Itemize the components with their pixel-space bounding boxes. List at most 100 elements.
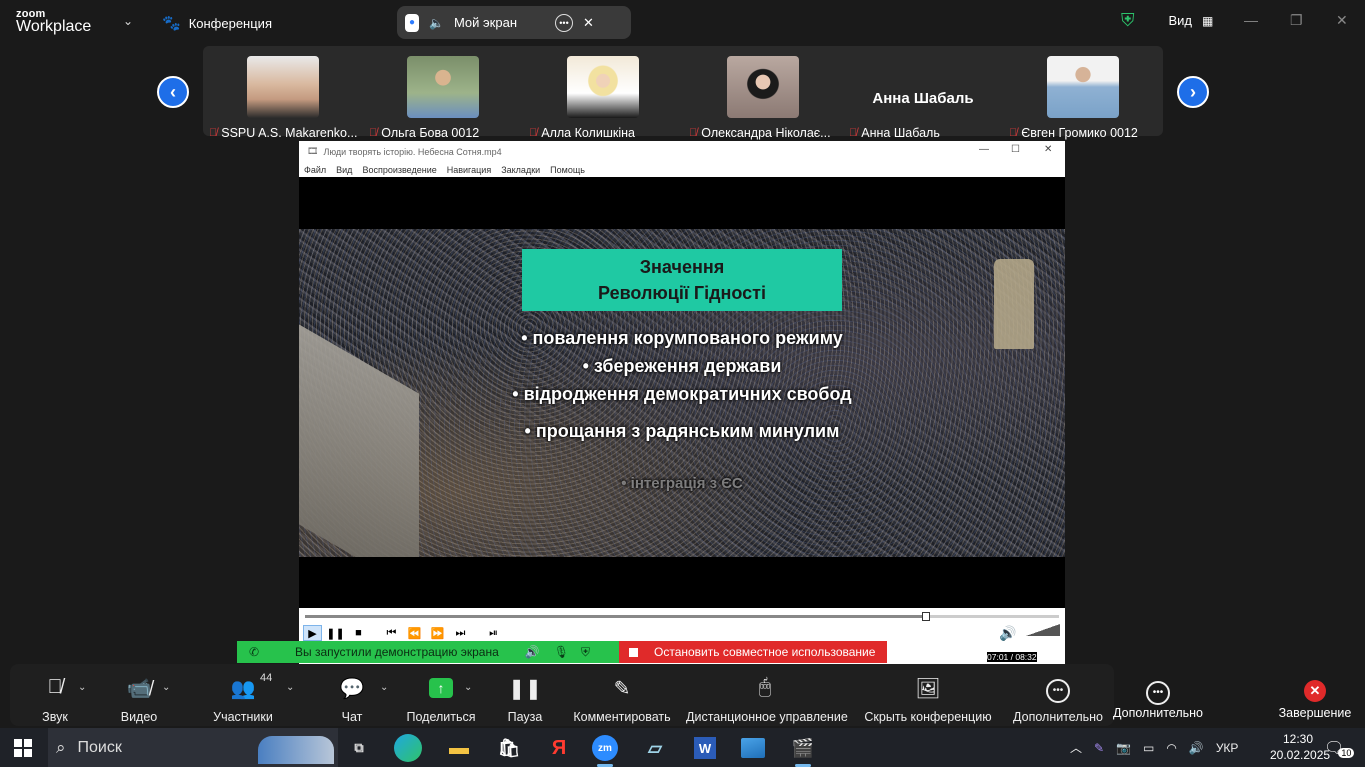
media-player-icon[interactable]: 🎬: [786, 732, 820, 767]
frame-step-icon[interactable]: ⏯: [484, 625, 503, 641]
player-close-icon[interactable]: ✕: [1044, 144, 1052, 155]
menu-help[interactable]: Помощь: [550, 165, 585, 175]
fast-forward-icon[interactable]: ⏩: [428, 625, 447, 641]
hide-conference-button[interactable]: 🖼 Скрыть конференцию: [864, 664, 992, 726]
remote-control-button[interactable]: 🖱 Дистанционное управление: [686, 664, 848, 726]
video-button[interactable]: 📹̸ Видео ⌄: [114, 664, 171, 726]
next-participants-button[interactable]: ›: [1177, 76, 1209, 108]
yandex-browser-icon[interactable]: Я: [542, 732, 576, 764]
chat-button[interactable]: 💬 Чат ⌄: [332, 664, 389, 726]
participant-tile[interactable]: 🎙̸ Олександра Ніколає...: [683, 56, 843, 140]
edge-icon[interactable]: [394, 734, 422, 762]
security-shield-icon: ⛨: [1121, 10, 1135, 30]
notebook-app-icon[interactable]: ▱: [638, 732, 672, 764]
stop-square-icon: [629, 647, 638, 657]
task-view-icon[interactable]: ⧉: [342, 732, 376, 764]
taskbar-search-box[interactable]: ⌕ Поиск: [48, 728, 338, 767]
store-icon[interactable]: 🛍: [492, 732, 526, 764]
slide-heading-line1: Значення: [639, 257, 725, 277]
volume-tray-icon[interactable]: 🔊: [1189, 741, 1204, 755]
participant-video: [727, 56, 799, 118]
chevron-right-icon: ›: [1190, 81, 1196, 102]
conference-info-button[interactable]: 🐾 Конференция: [162, 14, 272, 32]
taskbar-clock[interactable]: 12:30 20.02.2025: [1270, 731, 1330, 763]
menu-bookmarks[interactable]: Закладки: [501, 165, 540, 175]
participant-tile[interactable]: 🎙̸ Ольга Бова 0012: [363, 56, 523, 140]
share-status-pill[interactable]: ● 🔈 Мой экран ••• ✕: [397, 6, 631, 39]
prev-participants-button[interactable]: ‹: [157, 76, 189, 108]
windows-taskbar: ⌕ Поиск ⧉ ▬ 🛍 Я zm ▱ W 🎬 ︿ ✎ 📷 ▭ ◠ 🔊 УКР…: [0, 728, 1365, 767]
volume-slider[interactable]: [1026, 624, 1060, 636]
menu-file[interactable]: Файл: [304, 165, 326, 175]
pen-tray-icon[interactable]: ✎: [1094, 741, 1104, 755]
end-meeting-button[interactable]: ✕ Завершение: [1274, 664, 1356, 726]
notification-center[interactable]: 🗨 10: [1324, 728, 1355, 767]
maximize-icon[interactable]: ❐: [1290, 12, 1303, 29]
share-audio-icon[interactable]: 🔊: [525, 645, 540, 659]
audio-options-chevron-icon[interactable]: ⌄: [78, 682, 86, 693]
battery-icon[interactable]: ▭: [1143, 741, 1154, 755]
minimize-icon[interactable]: —: [1244, 12, 1258, 28]
participant-tile[interactable]: 🎙̸ Алла Колишкіна: [523, 56, 683, 140]
word-icon[interactable]: W: [688, 732, 722, 764]
chat-options-chevron-icon[interactable]: ⌄: [380, 682, 388, 693]
video-options-chevron-icon[interactable]: ⌄: [162, 682, 170, 693]
view-control[interactable]: ⛨ Вид ▦: [1121, 10, 1213, 31]
pause-share-button[interactable]: ❚❚ Пауза: [500, 664, 550, 726]
share-options-chevron-icon[interactable]: ⌄: [464, 682, 472, 693]
pause-icon[interactable]: ❚❚: [326, 625, 345, 641]
previous-icon[interactable]: ⏮: [382, 625, 401, 641]
muted-mic-icon: 🎙̸: [849, 127, 858, 139]
photos-icon[interactable]: [736, 732, 770, 764]
seek-bar[interactable]: [305, 612, 1059, 621]
participant-video: [567, 56, 639, 118]
windows-start-icon[interactable]: [14, 739, 32, 757]
close-share-pill-icon[interactable]: ✕: [583, 15, 594, 31]
participant-tile[interactable]: 🎙̸ SSPU A.S. Makarenko...: [203, 56, 363, 140]
player-maximize-icon[interactable]: ☐: [1011, 144, 1020, 155]
more-button[interactable]: ••• Дополнительно: [1010, 664, 1106, 726]
more-button-outside[interactable]: ••• Дополнительно: [1110, 664, 1206, 726]
stop-sharing-button[interactable]: Остановить совместное использование: [619, 641, 887, 663]
file-explorer-icon[interactable]: ▬: [442, 732, 476, 764]
participant-video: [407, 56, 479, 118]
participant-name: 🎙̸ Алла Колишкіна: [529, 126, 635, 140]
play-icon[interactable]: ▶: [303, 625, 322, 641]
input-language[interactable]: УКР: [1216, 741, 1239, 755]
participant-video: [1047, 56, 1119, 118]
participant-tile[interactable]: Анна Шабаль 🎙̸ Анна Шабаль: [843, 56, 1003, 140]
annotate-button[interactable]: ✎ Комментировать: [572, 664, 672, 726]
share-button[interactable]: ↑ Поделиться ⌄: [406, 664, 476, 726]
audio-button[interactable]: 🎙̸ Звук ⌄: [30, 664, 86, 726]
menu-playback[interactable]: Воспроизведение: [362, 165, 436, 175]
muted-mic-icon: 🎙̸: [1009, 127, 1018, 139]
participant-tile[interactable]: 🎙̸ Євген Громико 0012: [1003, 56, 1163, 140]
participant-name: 🎙̸ Євген Громико 0012: [1009, 126, 1138, 140]
rewind-icon[interactable]: ⏪: [405, 625, 424, 641]
video-frame[interactable]: Значення Революції Гідності • повалення …: [299, 229, 1065, 557]
wifi-icon[interactable]: ◠: [1166, 741, 1176, 755]
playback-time: 07:01 / 08:32: [987, 652, 1037, 662]
share-options-icon[interactable]: •••: [555, 13, 573, 32]
stop-icon[interactable]: ■: [349, 625, 368, 641]
slide-heading: Значення Революції Гідності: [522, 249, 842, 311]
app-menu-chevron-icon[interactable]: ⌄: [123, 14, 133, 28]
slide-bullet: • відродження демократичних свобод: [512, 384, 852, 404]
menu-navigation[interactable]: Навигация: [447, 165, 491, 175]
zoom-top-bar: zoom Workplace ⌄ 🐾 Конференция ● 🔈 Мой э…: [0, 0, 1365, 46]
player-minimize-icon[interactable]: —: [979, 144, 989, 155]
seek-knob[interactable]: [921, 612, 930, 621]
menu-view[interactable]: Вид: [336, 165, 352, 175]
share-mic-muted-icon[interactable]: 🎙: [554, 645, 569, 659]
tray-overflow-chevron-icon[interactable]: ︿: [1070, 739, 1082, 756]
participants-button[interactable]: 👥 44 Участники ⌄: [208, 664, 294, 726]
volume-icon[interactable]: 🔊: [999, 625, 1016, 642]
player-title: Люди творять історію. Небесна Сотня.mp4: [323, 146, 502, 157]
next-icon[interactable]: ⏭: [451, 625, 470, 641]
player-app-icon: 🎞: [307, 146, 319, 156]
participants-options-chevron-icon[interactable]: ⌄: [286, 682, 294, 693]
close-window-icon[interactable]: ✕: [1336, 12, 1348, 29]
zoom-app-icon[interactable]: zm: [588, 732, 622, 767]
meet-now-icon[interactable]: 📷: [1116, 741, 1131, 755]
phone-icon: ✆: [249, 645, 260, 659]
